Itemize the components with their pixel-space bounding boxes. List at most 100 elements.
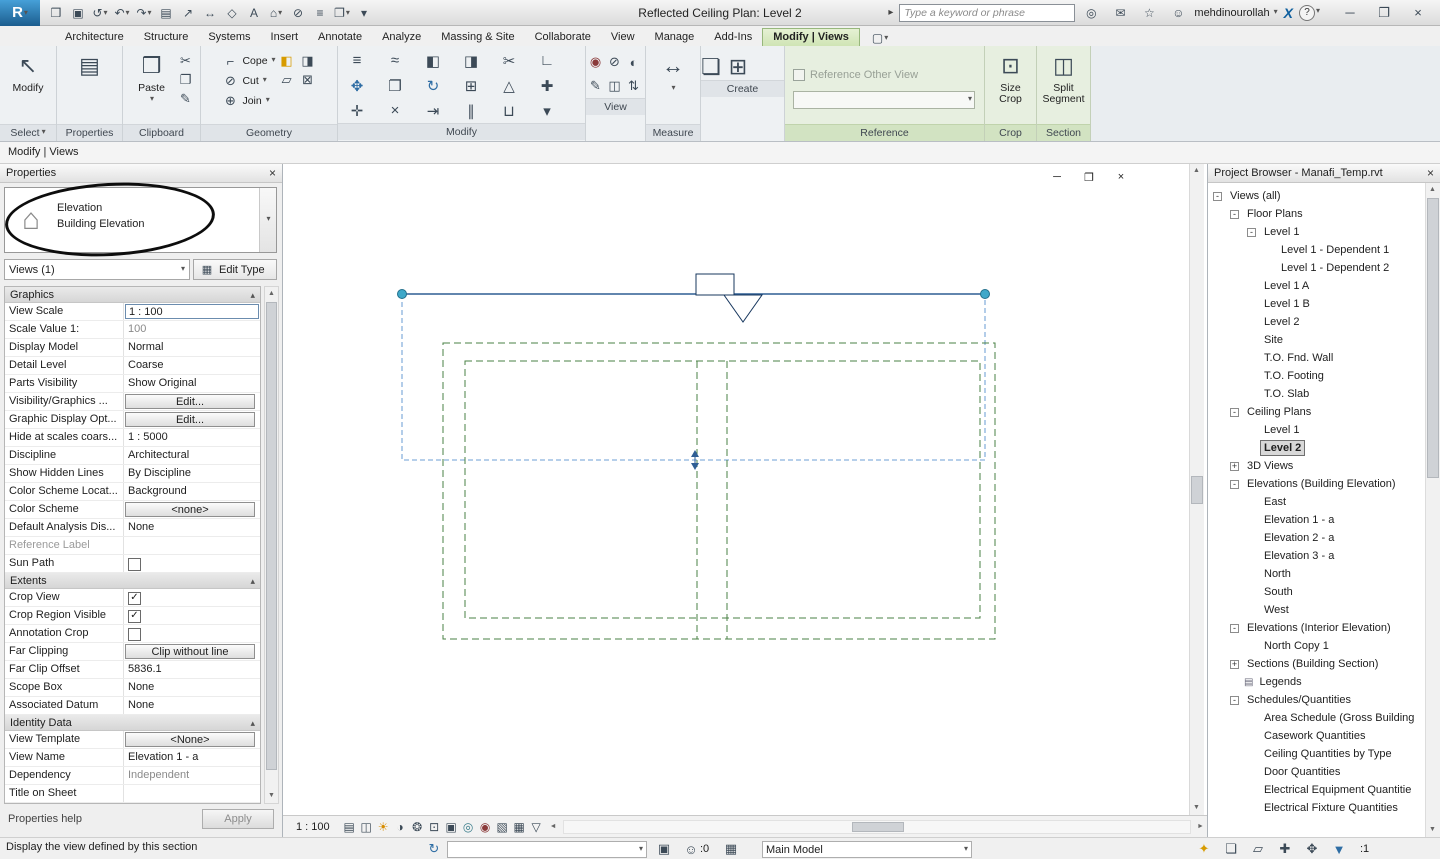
cut-to-clipboard-icon[interactable]: ✂ — [177, 53, 195, 69]
section-panel-label[interactable]: Section — [1037, 124, 1090, 141]
favorites-icon[interactable]: ☆ — [1139, 5, 1159, 21]
tree-item[interactable]: Elevation 1 - a — [1208, 511, 1425, 529]
cut-geometry-button[interactable]: ⊘ Cut — [221, 71, 275, 91]
tree-item[interactable]: Level 1 — [1208, 421, 1425, 439]
drag-on-selection-icon[interactable]: ✥ — [1303, 841, 1321, 857]
property-value[interactable]: 1 : 5000 — [124, 429, 260, 446]
tree-item[interactable]: T.O. Fnd. Wall — [1208, 349, 1425, 367]
aligned-dimension-icon[interactable]: ↔ — [200, 5, 220, 21]
unpin-icon[interactable]: ✛ — [348, 102, 366, 120]
property-value[interactable] — [124, 555, 260, 572]
infocenter-arrow-icon[interactable]: ▸ — [888, 7, 893, 18]
tab-systems[interactable]: Systems — [198, 29, 260, 46]
match-type-icon[interactable]: ✎ — [177, 91, 195, 107]
scale-icon[interactable]: △ — [500, 77, 518, 95]
tree-item[interactable]: Floor Plans — [1208, 205, 1425, 223]
section-header-extents[interactable]: Extents — [5, 573, 260, 589]
measure-panel-label[interactable]: Measure — [646, 124, 700, 141]
property-value[interactable] — [124, 589, 260, 606]
mirror-pick-axis-icon[interactable]: ◧ — [424, 52, 442, 70]
create-group-icon[interactable]: ⊞ — [729, 54, 747, 80]
drawing-area[interactable]: ─❐× — [283, 164, 1189, 815]
tree-item[interactable]: Electrical Equipment Quantitie — [1208, 781, 1425, 799]
tree-item[interactable]: 3D Views — [1208, 457, 1425, 475]
property-value[interactable]: None — [124, 697, 260, 714]
worksets-icon[interactable]: ↻ — [425, 841, 443, 857]
tree-item[interactable]: Level 1 B — [1208, 295, 1425, 313]
apply-button[interactable]: Apply — [202, 809, 274, 829]
extent-drag-handle-left[interactable] — [398, 290, 407, 299]
scroll-down-icon[interactable] — [1190, 801, 1203, 815]
property-value[interactable]: Normal — [124, 339, 260, 356]
measure-qat-icon[interactable]: ↗ — [178, 5, 198, 21]
property-value[interactable]: Background — [124, 483, 260, 500]
comm-center-icon[interactable]: ✉ — [1110, 5, 1130, 21]
displace-elements-icon[interactable]: ⇅ — [625, 78, 643, 94]
view-close-icon[interactable]: × — [1111, 170, 1131, 185]
tree-item[interactable]: Casework Quantities — [1208, 727, 1425, 745]
reveal-hidden-icon[interactable]: ◉ — [587, 54, 605, 70]
tab-manage[interactable]: Manage — [645, 29, 705, 46]
tree-expander-icon[interactable] — [1213, 192, 1222, 201]
property-value[interactable] — [124, 785, 260, 802]
switch-windows-icon[interactable]: ❐ — [332, 5, 352, 21]
sun-path-icon[interactable]: ☀ — [375, 820, 392, 834]
override-graphics-icon[interactable]: ◐ — [625, 55, 643, 70]
filter-icon[interactable]: ▼ — [1330, 842, 1348, 857]
select-links-icon[interactable]: ❏ — [1222, 841, 1240, 857]
property-value[interactable] — [124, 607, 260, 624]
show-rendering-icon[interactable]: ❂ — [409, 820, 426, 834]
paste-button[interactable]: ❒ Paste — [129, 49, 175, 106]
tree-item[interactable]: Views (all) — [1208, 187, 1425, 205]
property-value[interactable]: By Discipline — [124, 465, 260, 482]
section-header-identity-data[interactable]: Identity Data — [5, 715, 260, 731]
offset-icon[interactable]: ≈ — [386, 52, 404, 69]
property-value[interactable]: 5836.1 — [124, 661, 260, 678]
property-value[interactable]: 1 : 100 — [125, 304, 259, 319]
view-panel-label[interactable]: View — [586, 98, 645, 115]
tree-item[interactable]: Level 2 — [1208, 313, 1425, 331]
properties-close-icon[interactable]: × — [269, 166, 276, 180]
create-panel-label[interactable]: Create — [701, 80, 784, 97]
scroll-up-icon[interactable] — [1190, 164, 1203, 178]
tree-item[interactable]: T.O. Footing — [1208, 367, 1425, 385]
tree-expander-icon[interactable] — [1230, 660, 1239, 669]
project-browser-close-icon[interactable]: × — [1427, 166, 1434, 180]
size-crop-button[interactable]: ⊡ Size Crop — [988, 49, 1034, 105]
copy-icon[interactable]: ❐ — [386, 77, 404, 95]
copy-to-clipboard-icon[interactable]: ❐ — [177, 72, 195, 88]
elevation-tag-arrow[interactable] — [724, 295, 762, 322]
clipboard-panel-label[interactable]: Clipboard — [123, 124, 200, 141]
pin-icon[interactable]: ✚ — [538, 77, 556, 95]
mirror-draw-axis-icon[interactable]: ◨ — [462, 52, 480, 70]
delete-icon[interactable]: × — [386, 102, 404, 119]
scroll-up-icon[interactable] — [1426, 183, 1439, 197]
edit-type-button[interactable]: ▦ Edit Type — [193, 259, 277, 280]
tab-modify-views[interactable]: Modify | Views — [762, 28, 860, 46]
tree-item[interactable]: Elevation 3 - a — [1208, 547, 1425, 565]
sync-icon[interactable]: ↺ — [90, 5, 110, 21]
reference-panel-label[interactable]: Reference — [785, 124, 984, 141]
property-value[interactable] — [124, 625, 260, 642]
maximize-icon[interactable]: ❐ — [1374, 4, 1394, 22]
split-with-gap-icon[interactable]: ∥ — [462, 102, 480, 120]
scrollbar-thumb[interactable] — [266, 302, 277, 770]
modify-panel-label[interactable]: Modify — [338, 123, 585, 140]
property-value[interactable] — [124, 537, 260, 554]
editing-requests-icon[interactable]: ☺ — [682, 842, 700, 857]
tree-item[interactable]: South — [1208, 583, 1425, 601]
scroll-up-icon[interactable] — [265, 287, 278, 301]
open-icon[interactable]: ❒ — [46, 5, 66, 21]
select-panel-label[interactable]: Select — [0, 124, 56, 141]
tab-massing-site[interactable]: Massing & Site — [431, 29, 524, 46]
tree-expander-icon[interactable] — [1230, 624, 1239, 633]
ribbon-display-toggle-icon[interactable]: ▢ — [870, 30, 890, 46]
tab-analyze[interactable]: Analyze — [372, 29, 431, 46]
hide-element-icon[interactable]: ⊘ — [606, 54, 624, 70]
extent-drag-handle-right[interactable] — [981, 290, 990, 299]
tree-item[interactable]: Schedules/Quantities — [1208, 691, 1425, 709]
detail-level-icon[interactable]: ▤ — [341, 820, 358, 834]
hscroll-left-icon[interactable] — [547, 823, 560, 830]
tab-collaborate[interactable]: Collaborate — [525, 29, 601, 46]
cope-button[interactable]: ⌐ Cope — [221, 51, 275, 71]
